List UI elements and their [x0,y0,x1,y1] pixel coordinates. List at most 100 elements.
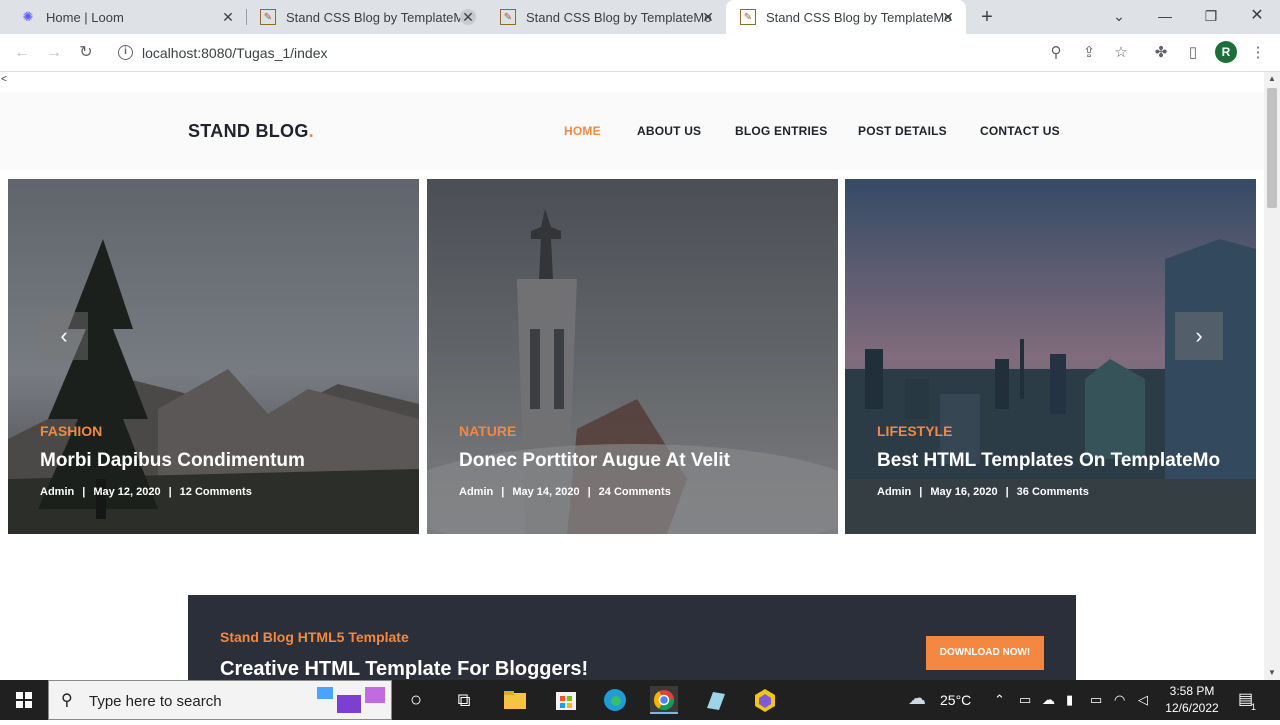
new-tab-button[interactable]: + [976,6,998,29]
system-clock[interactable]: 3:58 PM 12/6/2022 [1160,683,1224,717]
url-text[interactable]: localhost:8080/Tugas_1/index [142,45,328,61]
cortana-circle-icon[interactable]: ○ [402,686,430,714]
volume-icon[interactable]: ◁ [1138,692,1148,708]
nav-post-details[interactable]: POST DETAILS [858,124,947,138]
templatemo-icon: ✎ [500,9,516,25]
minimize-button[interactable]: — [1142,0,1188,34]
slide-date[interactable]: May 14, 2020 [512,486,579,498]
menu-kebab-icon[interactable]: ⋮ [1247,42,1269,64]
slide-title[interactable]: Donec Porttitor Augue At Velit [459,450,730,472]
slide-author[interactable]: Admin [40,486,74,498]
search-placeholder: Type here to search [89,693,222,710]
meta-separator: | [501,486,505,498]
file-explorer-icon[interactable] [501,686,529,714]
close-icon[interactable]: ✕ [220,9,236,25]
slide-title[interactable]: Best HTML Templates On TemplateMo [877,450,1220,472]
carousel-next-button[interactable]: › [1175,312,1223,360]
slide-category[interactable]: FASHION [40,423,102,439]
cta-subtitle: Stand Blog HTML5 Template [220,629,409,645]
chrome-browser-icon[interactable] [650,686,678,714]
zoom-icon[interactable]: ⚲ [1046,43,1066,63]
side-panel-icon[interactable]: ▯ [1182,42,1204,64]
tab-stand-blog-2[interactable]: ✎ Stand CSS Blog by TemplateMo ✕ [486,0,726,34]
search-icon: ⚲ [61,692,73,709]
taskbar-search-box[interactable]: ⚲ Type here to search [48,680,392,720]
slide-comments[interactable]: 24 Comments [599,486,671,498]
address-bar[interactable]: i localhost:8080/Tugas_1/index ⚲ ⇪ ☆ [106,38,1142,68]
restore-button[interactable]: ❐ [1188,0,1234,34]
page-viewport: < STAND BLOG. HOME ABOUT US BLOG ENTRIES… [0,72,1264,680]
notification-count-badge: 1 [1251,702,1257,712]
site-info-icon[interactable]: i [118,45,133,60]
clock-time: 3:58 PM [1169,684,1215,698]
nav-contact-us[interactable]: CONTACT US [980,124,1060,138]
reload-button[interactable]: ↻ [74,42,98,64]
scrollbar-thumb[interactable] [1267,88,1277,208]
slide-meta: Admin | May 16, 2020 | 36 Comments [877,486,1089,498]
carousel-slide-nature[interactable]: NATURE Donec Porttitor Augue At Velit Ad… [427,179,838,534]
meta-separator: | [587,486,591,498]
slide-meta: Admin | May 14, 2020 | 24 Comments [459,486,671,498]
tab-title: Home | Loom [46,9,124,25]
slide-author[interactable]: Admin [877,486,911,498]
microphone-icon[interactable]: ▮ [1066,692,1073,708]
start-button[interactable] [0,680,48,720]
logo-text: STAND BLOG [188,121,309,141]
profile-avatar[interactable]: R [1215,41,1237,63]
stray-text: < [1,74,7,85]
cta-banner: Stand Blog HTML5 Template Creative HTML … [188,595,1076,680]
tab-search-chevron-down-icon[interactable]: ⌄ [1096,0,1142,34]
close-icon[interactable]: ✕ [460,9,476,25]
meta-separator: | [1005,486,1009,498]
nav-home[interactable]: HOME [564,124,601,138]
bookmark-star-icon[interactable]: ☆ [1111,43,1131,63]
cube-app-icon[interactable] [751,686,779,714]
page-scrollbar[interactable]: ▲ ▼ [1264,72,1280,680]
site-header: STAND BLOG. HOME ABOUT US BLOG ENTRIES P… [0,92,1264,170]
slide-title[interactable]: Morbi Dapibus Condimentum [40,450,305,472]
notepad-app-icon[interactable] [701,686,729,714]
tab-stand-blog-1[interactable]: ✎ Stand CSS Blog by TemplateMo ✕ [246,0,486,34]
loom-icon: ✺ [22,9,34,24]
tab-title: Stand CSS Blog by TemplateMo [766,9,952,25]
carousel-prev-button[interactable]: ‹ [40,312,88,360]
tab-strip: ✺ Home | Loom ✕ ✎ Stand CSS Blog by Temp… [0,0,1280,34]
share-icon[interactable]: ⇪ [1079,43,1099,63]
close-icon[interactable]: ✕ [700,9,716,25]
meta-separator: | [82,486,86,498]
site-logo[interactable]: STAND BLOG. [188,121,314,142]
slide-date[interactable]: May 12, 2020 [93,486,160,498]
tab-stand-blog-active[interactable]: ✎ Stand CSS Blog by TemplateMo ✕ [726,0,966,34]
nav-blog-entries[interactable]: BLOG ENTRIES [735,124,827,138]
slide-comments[interactable]: 36 Comments [1017,486,1089,498]
slide-comments[interactable]: 12 Comments [180,486,252,498]
slide-category[interactable]: NATURE [459,423,516,439]
task-view-icon[interactable]: ⧉ [450,686,478,714]
weather-cloud-icon[interactable]: ☁ [908,688,926,709]
weather-temperature[interactable]: 25°C [940,692,971,708]
templatemo-icon: ✎ [740,9,756,25]
scroll-up-arrow-icon[interactable]: ▲ [1264,72,1280,86]
microsoft-store-icon[interactable] [552,686,580,714]
scroll-down-arrow-icon[interactable]: ▼ [1264,666,1280,680]
onedrive-cloud-icon[interactable]: ☁ [1042,692,1055,708]
wifi-icon[interactable]: ◠ [1114,692,1125,708]
window-close-button[interactable]: ✕ [1234,0,1280,34]
show-hidden-icons-chevron-up-icon[interactable]: ⌃ [994,692,1005,708]
slide-date[interactable]: May 16, 2020 [930,486,997,498]
forward-button[interactable]: → [42,42,66,64]
cta-title: Creative HTML Template For Bloggers! [220,658,589,680]
edge-browser-icon[interactable] [601,686,629,714]
extensions-puzzle-icon[interactable]: ✤ [1150,42,1172,64]
close-icon[interactable]: ✕ [940,9,956,25]
battery-icon[interactable]: ▭ [1090,692,1102,708]
nav-about-us[interactable]: ABOUT US [637,124,701,138]
tab-loom[interactable]: ✺ Home | Loom ✕ [6,0,247,34]
back-button[interactable]: ← [10,42,34,64]
slide-category[interactable]: LIFESTYLE [877,423,952,439]
download-now-button[interactable]: DOWNLOAD NOW! [926,636,1044,670]
slide-author[interactable]: Admin [459,486,493,498]
slide-meta: Admin | May 12, 2020 | 12 Comments [40,486,252,498]
meet-now-icon[interactable]: ▭ [1019,692,1031,708]
tab-title: Stand CSS Blog by TemplateMo [526,9,712,25]
